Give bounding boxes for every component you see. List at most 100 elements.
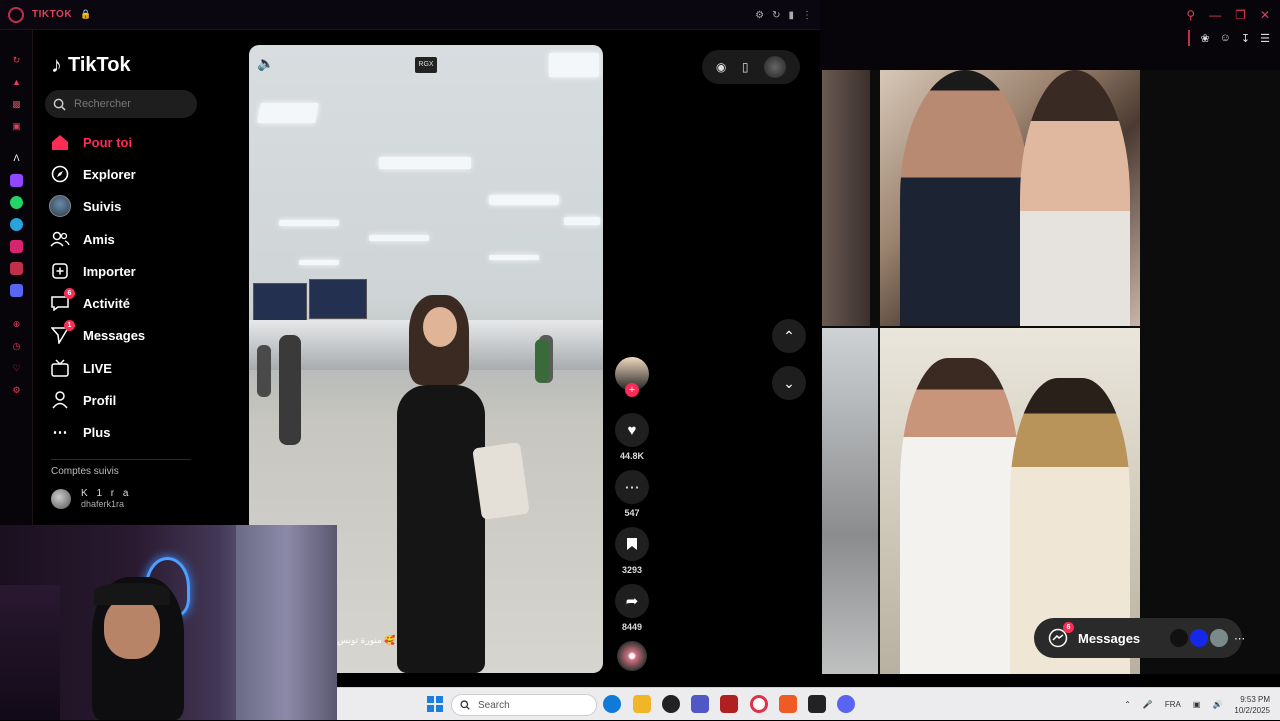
volume-icon[interactable]: 🔊 xyxy=(1212,700,1222,709)
photo xyxy=(822,70,870,326)
nav-item-friends[interactable]: Amis xyxy=(49,225,115,253)
mobile-view-icon[interactable]: ▯ xyxy=(742,60,749,74)
network-icon[interactable]: ▣ xyxy=(1193,700,1201,709)
brave-icon[interactable] xyxy=(779,695,797,713)
taskbar: Search ⌃ 🎤 FRA ▣ 🔊 9:53 PM 10/2/2025 xyxy=(337,687,1280,720)
minimize-icon[interactable]: — xyxy=(1209,8,1221,22)
settings-sidebar-icon[interactable]: ⚙ xyxy=(10,384,23,397)
focus-mode-icon[interactable]: ◉ xyxy=(716,60,726,74)
avatar[interactable] xyxy=(1190,629,1209,647)
avatar[interactable] xyxy=(1170,629,1189,647)
player-icon[interactable]: ▣ xyxy=(10,120,23,133)
follow-plus-icon[interactable]: + xyxy=(625,383,639,397)
messages-widget[interactable]: 6 Messages ⋯ xyxy=(1034,618,1245,658)
browser-title-bar: TIKTOK 🔒 ⚙ ↻ ▮ ⋮ xyxy=(0,0,820,30)
nav-item-explore[interactable]: Explorer xyxy=(49,160,136,188)
video-caption: منورة تونس 🥰 xyxy=(337,635,396,645)
obs-icon[interactable] xyxy=(662,695,680,713)
taskbar-search[interactable]: Search xyxy=(451,694,597,716)
instagram-icon[interactable] xyxy=(10,240,23,253)
side-photo-panel xyxy=(822,70,1280,674)
aria-icon[interactable]: ▲ xyxy=(10,76,23,89)
departure-board xyxy=(253,283,307,323)
whatsapp-icon[interactable] xyxy=(10,196,23,209)
settings-icon[interactable]: ⚙ xyxy=(755,10,764,21)
tote-bag xyxy=(472,442,530,520)
reload-icon[interactable]: ↻ xyxy=(772,10,780,21)
opera-gx-taskbar-icon[interactable] xyxy=(750,695,768,713)
headset xyxy=(94,583,170,605)
ceiling-light xyxy=(489,195,559,205)
ceiling-light xyxy=(564,217,600,225)
search-icon xyxy=(460,700,470,710)
nav-item-for-you[interactable]: Pour toi xyxy=(49,128,132,156)
app-icon[interactable] xyxy=(808,695,826,713)
search-icon xyxy=(53,98,66,111)
pin-icon[interactable]: ▮ xyxy=(788,10,794,21)
followed-account[interactable]: K 1 r a dhaferk1ra xyxy=(51,488,131,509)
file-explorer-icon[interactable] xyxy=(633,695,651,713)
avatar[interactable] xyxy=(1210,629,1229,647)
microphone-icon[interactable]: 🎤 xyxy=(1143,700,1153,709)
comment-count: 547 xyxy=(624,508,640,518)
more-icon[interactable]: ⋯ xyxy=(1234,632,1245,645)
app-icon[interactable] xyxy=(720,695,738,713)
opera-logo-icon[interactable] xyxy=(8,6,24,23)
refresh-icon[interactable]: ↻ xyxy=(10,54,23,67)
search-tabs-icon[interactable]: ⚲ xyxy=(1186,8,1195,22)
comment-button[interactable]: ⋯ 547 xyxy=(612,470,652,518)
share-button[interactable]: ➦ 8449 xyxy=(612,584,652,632)
search-input[interactable] xyxy=(74,98,184,110)
music-disc[interactable] xyxy=(612,641,652,671)
nav-item-messages[interactable]: 1 Messages xyxy=(49,320,146,349)
history-icon[interactable]: ◷ xyxy=(10,340,23,353)
discord-taskbar-icon[interactable] xyxy=(837,695,855,713)
window-controls: ⚲ — ❐ ✕ xyxy=(1186,8,1270,22)
menu-dots-icon[interactable]: ⋮ xyxy=(802,10,812,21)
add-icon[interactable]: ⊕ xyxy=(10,318,23,331)
tiktok-sidebar-icon[interactable] xyxy=(10,262,23,275)
telegram-icon[interactable] xyxy=(10,218,23,231)
easy-setup-icon[interactable]: ☰ xyxy=(1260,32,1270,45)
twitch-icon[interactable] xyxy=(10,174,23,187)
restore-icon[interactable]: ❐ xyxy=(1235,8,1246,22)
like-button[interactable]: ♥ 44.8K xyxy=(612,413,652,461)
bookmark-icon xyxy=(615,527,649,561)
previous-video-button[interactable]: ⌃ xyxy=(772,319,806,353)
creator-avatar[interactable]: + xyxy=(612,357,652,405)
nav-item-more[interactable]: ⋯ Plus xyxy=(49,418,111,446)
live-icon xyxy=(49,357,71,379)
clock[interactable]: 9:53 PM 10/2/2025 xyxy=(1234,694,1270,716)
save-button[interactable]: 3293 xyxy=(612,527,652,575)
discord-icon[interactable] xyxy=(10,284,23,297)
nav-item-live[interactable]: LIVE xyxy=(49,354,112,382)
messages-widget-label: Messages xyxy=(1078,630,1141,646)
next-video-button[interactable]: ⌄ xyxy=(772,366,806,400)
nav-item-activity[interactable]: 6 Activité xyxy=(49,288,130,317)
profile-avatar[interactable] xyxy=(764,56,787,78)
bookmarks-icon[interactable]: ♡ xyxy=(10,362,23,375)
ai-icon[interactable]: Λ xyxy=(10,152,23,165)
ceiling-light xyxy=(489,255,539,260)
nav-label: Amis xyxy=(83,231,115,247)
tiktok-note-icon: ♪ xyxy=(51,52,62,77)
tiktok-logo[interactable]: ♪ TikTok xyxy=(51,52,131,78)
windows-start-icon[interactable] xyxy=(427,696,443,712)
edge-icon[interactable] xyxy=(603,695,621,713)
nav-label: Messages xyxy=(83,327,146,343)
language-indicator[interactable]: FRA xyxy=(1165,700,1181,709)
following-title: Comptes suivis xyxy=(51,466,119,477)
download-icon[interactable]: ↧ xyxy=(1241,32,1250,45)
volume-icon[interactable]: 🔈 xyxy=(257,55,274,72)
nav-item-following[interactable]: Suivis xyxy=(49,192,121,220)
search-box[interactable] xyxy=(45,90,197,118)
news-icon[interactable]: ▩ xyxy=(10,98,23,111)
profile-icon[interactable]: ☺ xyxy=(1220,32,1231,44)
recent-chats: ⋯ xyxy=(1170,629,1245,647)
chevron-up-icon[interactable]: ⌃ xyxy=(1124,700,1131,709)
extensions-icon[interactable]: ❀ xyxy=(1200,32,1209,45)
nav-item-upload[interactable]: Importer xyxy=(49,257,136,285)
close-icon[interactable]: ✕ xyxy=(1260,8,1270,22)
teams-icon[interactable] xyxy=(691,695,709,713)
nav-item-profile[interactable]: Profil xyxy=(49,386,116,414)
